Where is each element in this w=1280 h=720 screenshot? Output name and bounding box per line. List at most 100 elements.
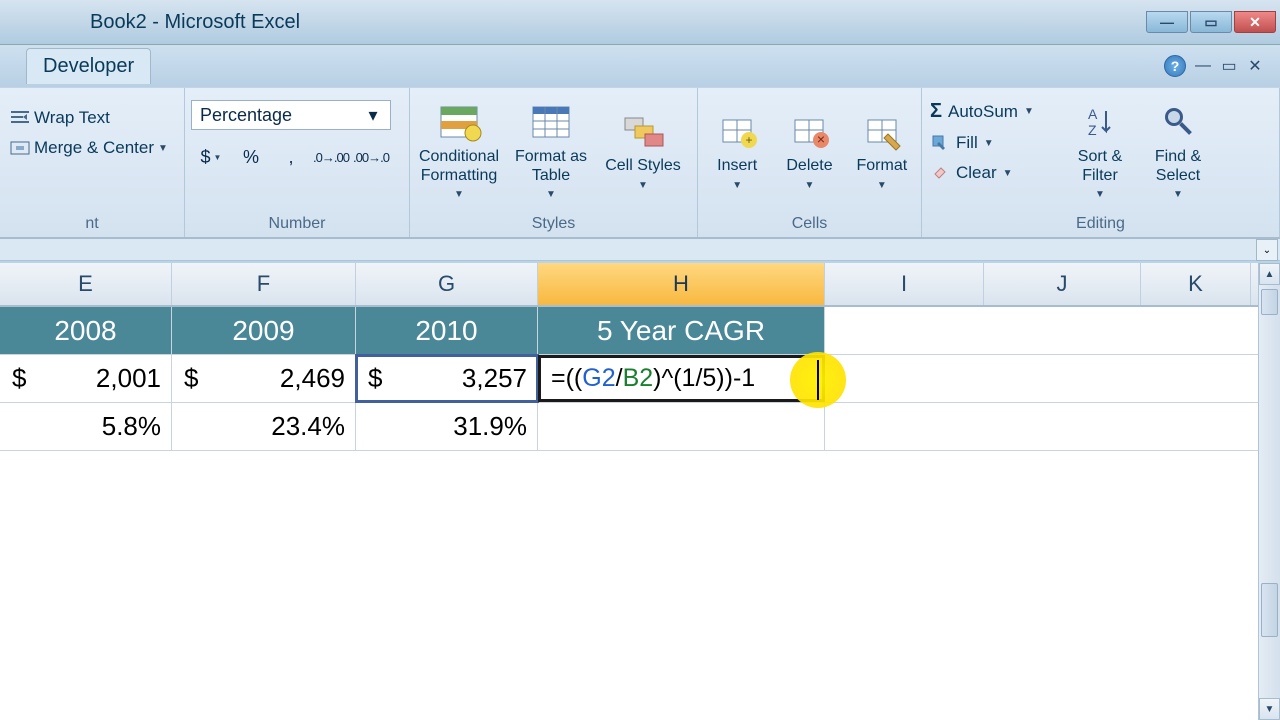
- vertical-scrollbar[interactable]: ▲ ▼: [1258, 263, 1280, 720]
- table-row: $2,001 $2,469 $3,257 =((G2/B2)^(1/5))-1: [0, 355, 1280, 403]
- column-header-E[interactable]: E: [0, 263, 172, 305]
- worksheet-grid[interactable]: E F G H I J K 2008 2009 2010 5 Year CAGR…: [0, 263, 1280, 720]
- column-header-J[interactable]: J: [984, 263, 1141, 305]
- clear-button[interactable]: Clear ▼: [928, 161, 1058, 185]
- group-editing: Σ AutoSum ▼ Fill ▼ Clear ▼: [922, 88, 1280, 237]
- svg-text:×: ×: [817, 131, 825, 147]
- merge-center-label: Merge & Center: [34, 138, 154, 158]
- cell-E3[interactable]: 5.8%: [0, 403, 172, 450]
- scroll-down-button[interactable]: ▼: [1259, 698, 1280, 720]
- svg-text:+: +: [746, 133, 753, 147]
- format-cells-button[interactable]: Format ▼: [849, 92, 915, 210]
- header-cell-2010[interactable]: 2010: [356, 307, 538, 354]
- header-cell-cagr[interactable]: 5 Year CAGR: [538, 307, 825, 354]
- conditional-formatting-label: Conditional Formatting: [416, 147, 502, 185]
- chevron-down-icon: ▼: [214, 153, 222, 162]
- group-number: Percentage ▾ $▼ % , .0→.00 .00→.0 Number: [185, 88, 410, 237]
- column-header-F[interactable]: F: [172, 263, 356, 305]
- window-title: Book2 - Microsoft Excel: [90, 11, 300, 34]
- comma-format-button[interactable]: ,: [271, 140, 311, 174]
- eraser-icon: [930, 164, 950, 182]
- cell-G3[interactable]: 31.9%: [356, 403, 538, 450]
- find-select-button[interactable]: Find & Select ▼: [1142, 92, 1214, 210]
- ribbon: Wrap Text Merge & Center ▼ nt Percentage…: [0, 87, 1280, 239]
- number-format-combo[interactable]: Percentage ▾: [191, 100, 391, 130]
- chevron-down-icon: ▼: [158, 143, 168, 154]
- merge-center-button[interactable]: Merge & Center ▼: [6, 136, 172, 160]
- close-icon: ✕: [1249, 14, 1261, 31]
- scroll-up-button[interactable]: ▲: [1259, 263, 1280, 285]
- chevron-down-icon: ▼: [1173, 189, 1183, 201]
- column-header-I[interactable]: I: [825, 263, 984, 305]
- column-header-H[interactable]: H: [538, 263, 825, 305]
- ribbon-minimize-button[interactable]: —: [1194, 57, 1212, 75]
- help-button[interactable]: ?: [1164, 55, 1186, 77]
- format-as-table-button[interactable]: Format as Table▼: [508, 92, 594, 210]
- cell-H2-editing[interactable]: =((G2/B2)^(1/5))-1: [538, 355, 825, 402]
- percent-format-button[interactable]: %: [231, 140, 271, 174]
- group-alignment: Wrap Text Merge & Center ▼ nt: [0, 88, 185, 237]
- chevron-down-icon: ▼: [984, 138, 994, 149]
- group-label-cells: Cells: [704, 213, 915, 235]
- cell-styles-icon: [619, 110, 667, 152]
- delete-cells-label: Delete: [786, 156, 832, 175]
- chevron-down-icon: ▼: [1003, 168, 1013, 179]
- fill-button[interactable]: Fill ▼: [928, 131, 1058, 155]
- group-label-number: Number: [191, 213, 403, 235]
- scroll-thumb[interactable]: [1261, 289, 1278, 315]
- chevron-down-icon: ▼: [1095, 189, 1105, 201]
- ribbon-collapse-row: ⌄: [0, 239, 1280, 261]
- cell-styles-button[interactable]: Cell Styles▼: [600, 92, 686, 210]
- wrap-text-label: Wrap Text: [34, 108, 110, 128]
- chevron-down-icon: ▼: [732, 180, 742, 192]
- increase-decimal-button[interactable]: .0→.00: [311, 140, 351, 174]
- cell-F3[interactable]: 23.4%: [172, 403, 356, 450]
- scroll-thumb[interactable]: [1261, 583, 1278, 637]
- chevron-down-icon: ▼: [638, 180, 648, 192]
- svg-text:A: A: [1088, 106, 1098, 122]
- group-label-styles: Styles: [416, 213, 691, 235]
- sigma-icon: Σ: [930, 100, 942, 123]
- cell-H3[interactable]: [538, 403, 825, 450]
- decrease-decimal-button[interactable]: .00→.0: [351, 140, 391, 174]
- header-cell-2008[interactable]: 2008: [0, 307, 172, 354]
- close-button[interactable]: ✕: [1234, 11, 1276, 33]
- chevron-down-icon: ▼: [877, 180, 887, 192]
- chevron-down-icon: ▼: [1024, 106, 1034, 117]
- workbook-close-button[interactable]: ✕: [1246, 57, 1264, 75]
- wrap-text-button[interactable]: Wrap Text: [6, 106, 114, 130]
- ribbon-collapse-button[interactable]: ⌄: [1256, 239, 1278, 261]
- format-cells-label: Format: [856, 156, 907, 175]
- cell-G2[interactable]: $3,257: [356, 355, 538, 402]
- cursor-highlight: [790, 352, 846, 408]
- maximize-icon: ▭: [1204, 14, 1217, 31]
- cell-E2[interactable]: $2,001: [0, 355, 172, 402]
- insert-cells-icon: +: [713, 110, 761, 152]
- cell-F2[interactable]: $2,469: [172, 355, 356, 402]
- delete-cells-button[interactable]: × Delete▼: [776, 92, 842, 210]
- format-as-table-icon: [527, 101, 575, 143]
- autosum-button[interactable]: Σ AutoSum ▼: [928, 98, 1058, 125]
- ribbon-tabs: Developer ? — ▭ ✕: [0, 45, 1280, 87]
- header-cell-2009[interactable]: 2009: [172, 307, 356, 354]
- sort-filter-button[interactable]: AZ Sort & Filter▼: [1064, 92, 1136, 210]
- column-headers: E F G H I J K: [0, 263, 1280, 307]
- accounting-format-button[interactable]: $▼: [191, 140, 231, 174]
- tab-developer[interactable]: Developer: [26, 48, 151, 84]
- insert-cells-button[interactable]: + Insert▼: [704, 92, 770, 210]
- window-titlebar: Book2 - Microsoft Excel — ▭ ✕: [0, 0, 1280, 45]
- ribbon-restore-button[interactable]: ▭: [1220, 57, 1238, 75]
- group-label-alignment: nt: [6, 213, 178, 235]
- conditional-formatting-button[interactable]: Conditional Formatting▼: [416, 92, 502, 210]
- sort-filter-icon: AZ: [1076, 101, 1124, 143]
- group-label-editing: Editing: [928, 213, 1273, 235]
- minimize-button[interactable]: —: [1146, 11, 1188, 33]
- maximize-button[interactable]: ▭: [1190, 11, 1232, 33]
- column-header-K[interactable]: K: [1141, 263, 1251, 305]
- chevron-down-icon: ▼: [546, 189, 556, 201]
- conditional-formatting-icon: [435, 101, 483, 143]
- find-select-icon: [1154, 101, 1202, 143]
- number-format-value: Percentage: [200, 105, 292, 126]
- column-header-G[interactable]: G: [356, 263, 538, 305]
- find-select-label: Find & Select: [1142, 147, 1214, 185]
